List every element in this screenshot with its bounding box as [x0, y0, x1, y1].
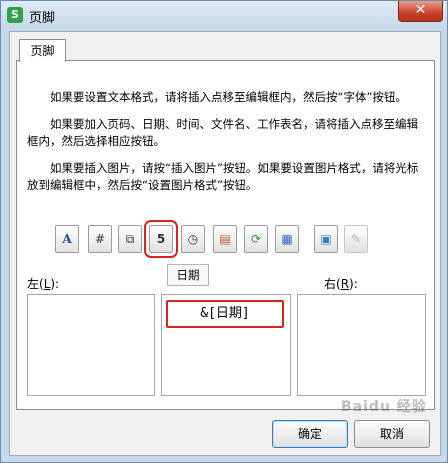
- watermark: Baidu 经验: [341, 399, 427, 415]
- tab-panel: 如果要设置文本格式，请将插入点移至编辑框内，然后按“字体”按钮。 如果要加入页码…: [16, 60, 435, 410]
- dialog-body: 页脚 如果要设置文本格式，请将插入点移至编辑框内，然后按“字体”按钮。 如果要加…: [9, 31, 441, 456]
- file-path-button[interactable]: ▤: [213, 225, 237, 253]
- page-count-button[interactable]: ⧉: [118, 225, 142, 253]
- left-section-editor[interactable]: [27, 294, 155, 396]
- insert-picture-button[interactable]: ▣: [314, 225, 338, 253]
- page-footer-dialog: S 页脚 ✕ 页脚 如果要设置文本格式，请将插入点移至编辑框内，然后按“字体”按…: [0, 0, 448, 463]
- format-picture-icon: ✎: [350, 232, 362, 246]
- file-name-button[interactable]: ⟳: [244, 225, 268, 253]
- close-button[interactable]: ✕: [398, 1, 443, 22]
- clock-icon: ◷: [187, 232, 199, 246]
- page-number-icon: #: [94, 232, 106, 246]
- instruction-fields: 如果要加入页码、日期、时间、文件名、工作表名，请将插入点移至编辑框内，然后选择相…: [27, 117, 418, 148]
- file-name-icon: ⟳: [250, 232, 262, 246]
- sheet-name-icon: ▦: [281, 232, 293, 246]
- date-tooltip: 日期: [167, 264, 209, 286]
- right-section-editor[interactable]: [297, 294, 426, 396]
- file-path-icon: ▤: [219, 232, 231, 246]
- center-section-editor[interactable]: &[日期]: [161, 294, 291, 396]
- page-number-button[interactable]: #: [88, 225, 112, 253]
- window-title: 页脚: [29, 11, 56, 26]
- title-bar: S 页脚 ✕: [1, 1, 447, 31]
- tab-footer[interactable]: 页脚: [19, 39, 66, 62]
- font-icon: A: [62, 232, 72, 246]
- app-icon: S: [7, 7, 23, 23]
- ok-button[interactable]: 确定: [272, 420, 348, 448]
- format-picture-button: ✎: [344, 225, 368, 253]
- left-section-label: 左(L):: [27, 277, 60, 291]
- instruction-font: 如果要设置文本格式，请将插入点移至编辑框内，然后按“字体”按钮。: [50, 90, 407, 104]
- instruction-picture: 如果要插入图片，请按“插入图片”按钮。如果要设置图片格式，请将光标放到编辑框中，…: [27, 161, 419, 192]
- picture-icon: ▣: [320, 232, 332, 246]
- time-button[interactable]: ◷: [181, 225, 205, 253]
- date-button[interactable]: 5: [144, 220, 178, 258]
- font-button[interactable]: A: [55, 225, 79, 253]
- sheet-name-button[interactable]: ▦: [275, 225, 299, 253]
- right-section-label: 右(R):: [324, 277, 358, 291]
- page-count-icon: ⧉: [125, 232, 135, 246]
- calendar-icon: 5: [156, 232, 166, 246]
- cancel-button[interactable]: 取消: [354, 420, 430, 448]
- date-field-code[interactable]: &[日期]: [166, 300, 284, 328]
